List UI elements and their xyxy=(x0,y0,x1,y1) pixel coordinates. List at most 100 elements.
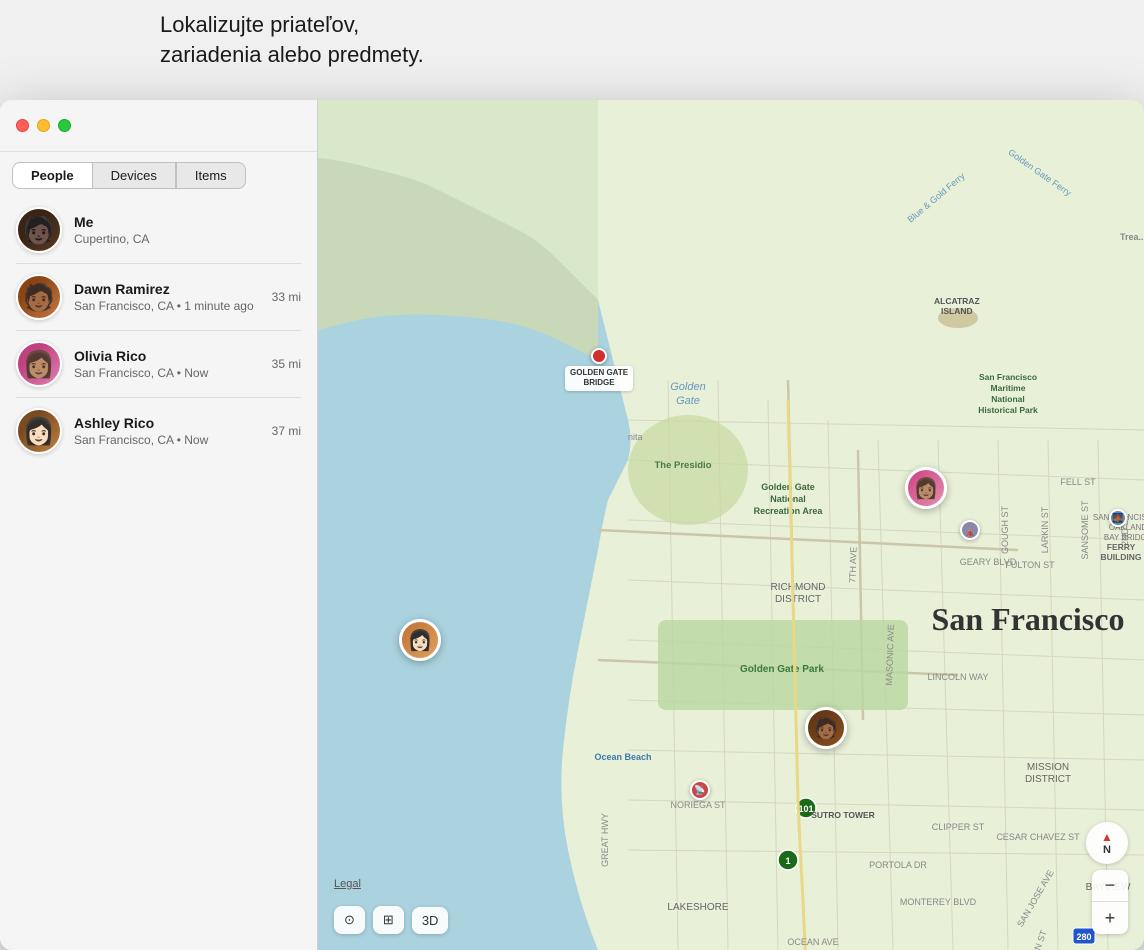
svg-text:Recreation Area: Recreation Area xyxy=(754,506,824,516)
avatar-ashley: 👩🏻 xyxy=(16,408,62,454)
svg-text:RICHMOND: RICHMOND xyxy=(771,582,826,593)
person-name-ashley: Ashley Rico xyxy=(74,414,264,432)
traffic-lights xyxy=(16,119,71,132)
avatar-me: 🧑🏿 xyxy=(16,207,62,253)
tab-people[interactable]: People xyxy=(12,162,92,189)
titlebar xyxy=(0,100,317,152)
tab-bar: People Devices Items xyxy=(0,152,317,189)
svg-text:GOUGH ST: GOUGH ST xyxy=(1000,506,1010,555)
svg-text:Trea...: Trea... xyxy=(1120,232,1144,242)
svg-text:National: National xyxy=(770,494,806,504)
person-info-ashley: Ashley Rico San Francisco, CA • Now xyxy=(74,414,264,449)
legal-link[interactable]: Legal xyxy=(334,878,361,890)
map-pin-bridge-east: 🌉 xyxy=(1109,509,1127,527)
compass[interactable]: ▲ N xyxy=(1086,822,1128,864)
svg-text:7TH AVE: 7TH AVE xyxy=(847,547,858,584)
map-controls-right: ▲ N − + xyxy=(1086,822,1128,934)
person-location-me: Cupertino, CA xyxy=(74,231,301,248)
person-item-ashley[interactable]: 👩🏻 Ashley Rico San Francisco, CA • Now 3… xyxy=(0,398,317,464)
person-name-dawn: Dawn Ramirez xyxy=(74,280,264,298)
svg-text:Ocean Beach: Ocean Beach xyxy=(594,752,651,762)
person-item-me[interactable]: 🧑🏿 Me Cupertino, CA xyxy=(0,197,317,263)
svg-text:OCEAN AVE: OCEAN AVE xyxy=(787,937,838,947)
close-button[interactable] xyxy=(16,119,29,132)
svg-text:nita: nita xyxy=(628,432,643,442)
avatar-dawn: 🧑🏾 xyxy=(16,274,62,320)
people-list: 🧑🏿 Me Cupertino, CA 🧑🏾 Dawn Ramirez San … xyxy=(0,189,317,950)
map-svg: Golden Gate Park The Presidio Golden Gat… xyxy=(318,100,1144,950)
svg-text:Golden: Golden xyxy=(670,381,705,393)
zoom-in-button[interactable]: + xyxy=(1092,902,1128,934)
svg-text:Historical Park: Historical Park xyxy=(978,405,1038,415)
svg-text:Maritime: Maritime xyxy=(991,383,1026,393)
zoom-out-button[interactable]: − xyxy=(1092,870,1128,902)
svg-text:DISTRICT: DISTRICT xyxy=(775,594,821,605)
svg-text:GREAT HWY: GREAT HWY xyxy=(600,813,610,867)
map-area[interactable]: Golden Gate Park The Presidio Golden Gat… xyxy=(318,100,1144,950)
svg-text:CLIPPER ST: CLIPPER ST xyxy=(932,822,985,832)
person-name-me: Me xyxy=(74,213,301,231)
svg-text:FELL ST: FELL ST xyxy=(1060,477,1096,487)
person-item-olivia[interactable]: 👩🏽 Olivia Rico San Francisco, CA • Now 3… xyxy=(0,331,317,397)
map-pin-dawn[interactable]: 🧑🏾 xyxy=(805,707,847,749)
person-location-dawn: San Francisco, CA • 1 minute ago xyxy=(74,298,264,315)
tab-items[interactable]: Items xyxy=(176,162,246,189)
svg-text:FERRY: FERRY xyxy=(1107,542,1136,552)
map-type-icon: ⊞ xyxy=(383,912,394,928)
svg-text:DISTRICT: DISTRICT xyxy=(1025,774,1071,785)
person-distance-ashley: 37 mi xyxy=(272,424,301,438)
svg-text:San Francisco: San Francisco xyxy=(979,372,1037,382)
svg-text:BUILDING: BUILDING xyxy=(1100,552,1141,562)
svg-text:Golden Gate Park: Golden Gate Park xyxy=(740,664,824,675)
svg-text:BAY BRIDGE: BAY BRIDGE xyxy=(1104,533,1144,542)
location-button[interactable]: ⊙ xyxy=(334,906,365,934)
person-distance-dawn: 33 mi xyxy=(272,290,301,304)
map-type-button[interactable]: ⊞ xyxy=(373,906,404,934)
compass-label: N xyxy=(1103,844,1111,856)
map-pin-embarcadero: 🗼 xyxy=(960,520,980,540)
map-controls-bottom: ⊙ ⊞ 3D xyxy=(334,906,448,934)
svg-text:MONTEREY BLVD: MONTEREY BLVD xyxy=(900,897,977,907)
person-distance-olivia: 35 mi xyxy=(272,357,301,371)
person-name-olivia: Olivia Rico xyxy=(74,347,264,365)
map-pin-sutro: 📡 xyxy=(690,780,710,800)
svg-text:LAKESHORE: LAKESHORE xyxy=(667,902,728,913)
location-icon: ⊙ xyxy=(344,912,355,928)
svg-text:Gate: Gate xyxy=(676,395,700,407)
svg-text:SUTRO TOWER: SUTRO TOWER xyxy=(811,810,875,820)
svg-text:NORIEGA ST: NORIEGA ST xyxy=(670,800,726,810)
svg-text:LARKIN ST: LARKIN ST xyxy=(1040,506,1050,553)
zoom-controls: − + xyxy=(1092,870,1128,934)
person-location-ashley: San Francisco, CA • Now xyxy=(74,432,264,449)
avatar-olivia: 👩🏽 xyxy=(16,341,62,387)
minimize-button[interactable] xyxy=(37,119,50,132)
svg-text:SANSOME ST: SANSOME ST xyxy=(1080,500,1090,560)
svg-text:1: 1 xyxy=(785,856,790,866)
person-info-olivia: Olivia Rico San Francisco, CA • Now xyxy=(74,347,264,382)
svg-text:San Francisco: San Francisco xyxy=(932,601,1125,637)
compass-north: ▲ xyxy=(1101,830,1113,844)
person-location-olivia: San Francisco, CA • Now xyxy=(74,365,264,382)
app-window: People Devices Items 🧑🏿 Me Cupertino, CA xyxy=(0,100,1144,950)
svg-text:The Presidio: The Presidio xyxy=(654,460,711,471)
svg-text:CESAR CHAVEZ ST: CESAR CHAVEZ ST xyxy=(996,832,1080,842)
sidebar: People Devices Items 🧑🏿 Me Cupertino, CA xyxy=(0,100,318,950)
svg-text:Golden Gate: Golden Gate xyxy=(761,482,815,492)
maximize-button[interactable] xyxy=(58,119,71,132)
svg-text:FULTON ST: FULTON ST xyxy=(1005,560,1055,570)
svg-text:MASONIC AVE: MASONIC AVE xyxy=(884,624,896,686)
svg-text:LINCOLN WAY: LINCOLN WAY xyxy=(927,672,988,682)
tab-devices[interactable]: Devices xyxy=(92,162,176,189)
3d-button[interactable]: 3D xyxy=(412,907,449,934)
svg-text:National: National xyxy=(991,394,1025,404)
bridge-pin: GOLDEN GATEBRIDGE xyxy=(565,348,633,391)
map-pin-olivia[interactable]: 👩🏽 xyxy=(905,467,947,509)
svg-text:PORTOLA DR: PORTOLA DR xyxy=(869,860,927,870)
person-item-dawn[interactable]: 🧑🏾 Dawn Ramirez San Francisco, CA • 1 mi… xyxy=(0,264,317,330)
tooltip-annotation: Lokalizujte priateľov, zariadenia alebo … xyxy=(160,10,424,69)
person-info-me: Me Cupertino, CA xyxy=(74,213,301,248)
alcatraz-label: ALCATRAZ ISLAND xyxy=(934,296,980,316)
svg-text:MISSION: MISSION xyxy=(1027,762,1069,773)
person-info-dawn: Dawn Ramirez San Francisco, CA • 1 minut… xyxy=(74,280,264,315)
map-pin-ashley[interactable]: 👩🏻 xyxy=(399,619,441,661)
